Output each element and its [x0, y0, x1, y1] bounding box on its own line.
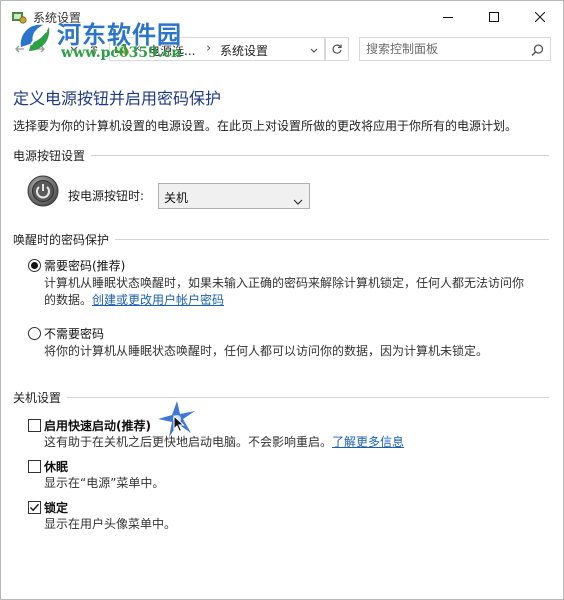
- search-box[interactable]: [359, 37, 551, 61]
- chevron-down-icon: [310, 48, 318, 53]
- search-icon[interactable]: [531, 42, 544, 61]
- forward-arrow-icon: [36, 45, 45, 53]
- description-text: 的数据。: [44, 293, 93, 307]
- no-password-radio[interactable]: [28, 327, 41, 340]
- refresh-button[interactable]: [325, 37, 349, 61]
- learn-more-link[interactable]: 了解更多信息: [332, 435, 404, 449]
- section-label: 电源按钮设置: [13, 147, 92, 164]
- lock-description: 显示在用户头像菜单中。: [44, 517, 177, 531]
- power-button-action-select[interactable]: 关机: [158, 183, 310, 209]
- no-password-description: 将你的计算机从睡眠状态唤醒时，任何人都可以访问你的数据，因为计算机未锁定。: [44, 344, 489, 358]
- section-label: 唤醒时的密码保护: [13, 231, 116, 248]
- breadcrumb-current[interactable]: 系统设置: [220, 42, 268, 59]
- window-title: 系统设置: [33, 11, 82, 25]
- fast-startup-checkbox[interactable]: [28, 419, 41, 432]
- checkmark-icon: [30, 503, 40, 512]
- mouse-pointer-icon: [173, 414, 185, 437]
- fast-startup-label[interactable]: 启用快速启动(推荐): [44, 417, 151, 434]
- refresh-icon: [332, 44, 342, 54]
- select-value: 关机: [164, 191, 189, 205]
- breadcrumb-parent[interactable]: 电源选...: [148, 42, 195, 59]
- up-button[interactable]: [85, 39, 103, 59]
- fast-startup-description: 这有助于在关机之后更快地启动电脑。不会影响重启。了解更多信息: [44, 434, 404, 451]
- close-icon: [535, 12, 545, 22]
- back-arrow-icon: [15, 45, 24, 53]
- maximize-button[interactable]: [471, 1, 517, 33]
- power-button-icon: [27, 175, 59, 207]
- breadcrumb-separator-icon[interactable]: ›: [206, 41, 211, 56]
- title-bar[interactable]: 系统设置: [1, 1, 563, 33]
- up-arrow-icon: [90, 44, 98, 54]
- no-password-label[interactable]: 不需要密码: [44, 325, 104, 342]
- close-button[interactable]: [517, 1, 563, 33]
- section-divider: [13, 155, 549, 156]
- control-panel-icon: [114, 41, 130, 61]
- lock-label[interactable]: 锁定: [44, 499, 68, 516]
- power-button-section-header: 电源按钮设置: [13, 147, 549, 164]
- maximize-icon: [489, 12, 499, 22]
- control-panel-window: 系统设置 « 电源选... › 系统设置 搜索控制面板 河东软件园 www.pc…: [0, 0, 564, 600]
- create-change-password-link[interactable]: 创建或更改用户帐户密码: [92, 293, 224, 307]
- page-title: 定义电源按钮并启用密码保护: [13, 89, 222, 108]
- description-line: 计算机从睡眠状态唤醒时，如果未输入正确的密码来解除计算机锁定，任何人都无法访问你: [44, 276, 525, 290]
- navigation-bar: « 电源选... › 系统设置: [1, 35, 563, 63]
- require-password-label[interactable]: 需要密码(推荐): [44, 257, 125, 274]
- chevron-down-icon: [293, 191, 303, 210]
- require-password-description: 计算机从睡眠状态唤醒时，如果未输入正确的密码来解除计算机锁定，任何人都无法访问你…: [44, 275, 524, 309]
- power-button-action-label: 按电源按钮时:: [68, 189, 145, 203]
- require-password-radio[interactable]: [28, 259, 41, 272]
- minimize-icon: [443, 17, 453, 18]
- wake-password-section-header: 唤醒时的密码保护: [13, 231, 549, 248]
- address-field[interactable]: « 电源选... › 系统设置: [109, 37, 325, 61]
- search-input[interactable]: [366, 40, 516, 58]
- minimize-button[interactable]: [425, 1, 471, 33]
- shutdown-section-header: 关机设置: [13, 389, 549, 406]
- back-button[interactable]: [11, 39, 29, 59]
- hibernate-checkbox[interactable]: [28, 460, 41, 473]
- settings-app-icon: [11, 9, 27, 25]
- recent-locations-button[interactable]: [65, 39, 83, 59]
- forward-button[interactable]: [31, 39, 49, 59]
- page-description: 选择要为你的计算机设置的电源设置。在此页上对设置所做的更改将应用于你所有的电源计…: [13, 119, 518, 133]
- description-line-2: 的数据。创建或更改用户帐户密码: [44, 292, 524, 309]
- description-text: 这有助于在关机之后更快地启动电脑。不会影响重启。: [44, 435, 333, 449]
- hibernate-description: 显示在“电源”菜单中。: [44, 476, 165, 490]
- lock-checkbox[interactable]: [28, 501, 41, 514]
- hibernate-label[interactable]: 休眠: [44, 458, 68, 475]
- address-dropdown-button[interactable]: [306, 40, 322, 62]
- section-divider: [13, 397, 549, 398]
- section-label: 关机设置: [13, 389, 68, 406]
- chevron-down-icon: [70, 46, 78, 51]
- breadcrumb-collapsed[interactable]: «: [133, 41, 141, 56]
